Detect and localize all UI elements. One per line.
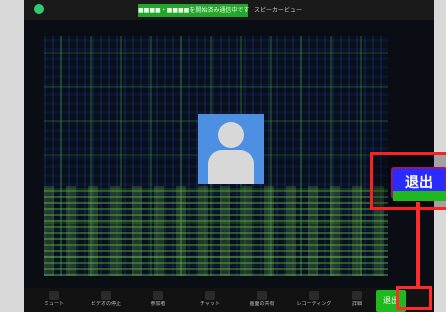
toolbar-item-more[interactable]: 詳細	[344, 288, 370, 312]
toolbar-item-share-screen[interactable]: 画面の共有	[240, 288, 284, 312]
user-icon-head	[218, 122, 244, 148]
toolbar-item-participants[interactable]: 参加者	[136, 288, 180, 312]
video-icon	[101, 291, 111, 300]
recording-icon	[309, 291, 319, 300]
meeting-status-banner[interactable]: ■■■■・■■■■を開始済み通信中です	[138, 4, 249, 17]
speaker-view-button[interactable]: スピーカービュー	[254, 4, 302, 17]
toolbar-item-recording[interactable]: レコーディング	[292, 288, 336, 312]
microphone-icon	[49, 291, 59, 300]
toolbar-item-label: 画面の共有	[249, 301, 275, 307]
participant-avatar[interactable]	[198, 114, 264, 184]
toolbar-item-label: ビデオの停止	[90, 301, 121, 307]
highlight-box	[396, 286, 432, 310]
toolbar-item-label: 詳細	[351, 301, 362, 307]
zoom-meeting-window: ■■■■・■■■■を開始済み通信中です スピーカービュー ミュート ビデオの停止…	[24, 0, 446, 312]
user-icon-body	[208, 150, 254, 184]
participants-icon	[153, 291, 163, 300]
popup-green-bar	[393, 191, 446, 201]
toolbar-item-label: 参加者	[150, 301, 166, 307]
meeting-toolbar: ミュート ビデオの停止 参加者 チャット 画面の共有 レコーディング 詳細	[24, 288, 434, 312]
chat-icon	[205, 291, 215, 300]
meeting-topbar: ■■■■・■■■■を開始済み通信中です スピーカービュー	[24, 0, 434, 20]
shield-icon[interactable]	[34, 4, 44, 14]
toolbar-item-mute[interactable]: ミュート	[32, 288, 76, 312]
toolbar-item-chat[interactable]: チャット	[188, 288, 232, 312]
toolbar-item-label: ミュート	[43, 301, 64, 307]
more-icon	[352, 291, 362, 300]
toolbar-item-label: チャット	[200, 301, 220, 307]
highlight-connector	[416, 202, 420, 288]
video-noise-lower	[44, 186, 388, 276]
share-screen-icon	[257, 291, 267, 300]
toolbar-item-label: レコーディング	[296, 301, 332, 307]
end-meeting-popup: 退出	[370, 152, 446, 210]
toolbar-item-video[interactable]: ビデオの停止	[84, 288, 128, 312]
video-area	[44, 36, 388, 276]
